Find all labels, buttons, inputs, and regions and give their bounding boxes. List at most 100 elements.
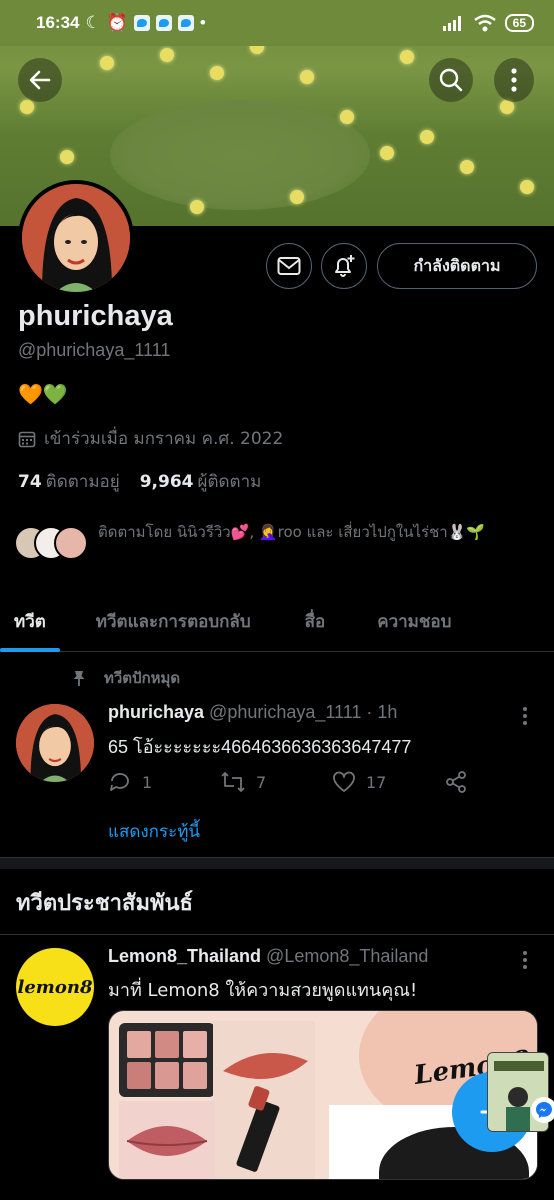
banner-flower — [100, 56, 114, 70]
banner-flower — [190, 200, 204, 214]
calendar-icon — [18, 431, 36, 447]
share-icon — [446, 771, 466, 793]
tab-likes[interactable]: ความชอบ — [363, 592, 465, 650]
banner-flower — [340, 110, 354, 124]
retweet-icon — [221, 772, 245, 792]
tab-tweets-replies[interactable]: ทวีตและการตอบกลับ — [82, 592, 265, 650]
bell-plus-icon — [335, 255, 355, 277]
follow-stats: 74 ติดตามอยู่ 9,964 ผู้ติดตาม — [18, 468, 261, 495]
following-count: 74 — [18, 472, 42, 492]
following-button[interactable]: กำลังติดตาม — [377, 243, 537, 289]
eyeshadow-palette-image — [119, 1023, 215, 1097]
arrow-left-icon — [29, 70, 51, 90]
banner-flower — [380, 146, 394, 160]
followers-label: ผู้ติดตาม — [197, 472, 262, 492]
lips-image — [119, 1101, 215, 1179]
ad-author[interactable]: Lemon8_Thailand — [108, 946, 261, 966]
tweet-author[interactable]: phurichaya — [108, 702, 204, 722]
banner-flower — [520, 180, 534, 194]
dot-icon: • — [199, 13, 206, 32]
back-button[interactable] — [18, 58, 62, 102]
twitter-notification-icon — [177, 15, 194, 31]
banner-flower — [460, 160, 474, 174]
following-label: ติดตามอยู่ — [45, 472, 120, 492]
avatar-illustration — [16, 704, 94, 782]
banner-flower — [500, 100, 514, 114]
display-name: phurichaya — [18, 300, 173, 332]
reply-button[interactable]: 1 — [108, 770, 220, 794]
reply-count: 1 — [142, 772, 153, 792]
tweet-more-button[interactable] — [522, 706, 528, 726]
followers-stat[interactable]: 9,964 ผู้ติดตาม — [140, 468, 262, 495]
profile-bio: 🧡💚 — [18, 382, 68, 406]
status-bar: 16:34 ☾ ⏰ • 65 — [0, 0, 554, 46]
lemon8-avatar[interactable]: lemon8 — [16, 948, 94, 1026]
more-vertical-icon — [511, 68, 517, 92]
pinned-label-text: ทวีตปักหมุด — [104, 669, 181, 687]
notify-button[interactable] — [321, 243, 367, 289]
retweet-count: 7 — [256, 772, 267, 792]
followed-by[interactable]: ติดตามโดย นินิวรีวิว💕, 🤦‍♀️roo และ เสี่ย… — [14, 520, 544, 562]
mail-icon — [277, 257, 301, 275]
tweet-text: 65 โอ้ะะะะะะะ4664636636363647477 — [108, 737, 412, 757]
ad-text: มาที่ Lemon8 ให้ความสวยพูดแทนคุณ! — [108, 980, 418, 1001]
twitter-notification-icon — [155, 15, 172, 31]
pin-icon — [73, 671, 85, 686]
joined-text: เข้าร่วมเมื่อ มกราคม ค.ศ. 2022 — [44, 429, 284, 449]
banner-flower — [290, 190, 304, 204]
follower-avatars — [14, 526, 90, 562]
moon-icon: ☾ — [85, 13, 101, 32]
followers-count: 9,964 — [139, 472, 194, 492]
tab-media[interactable]: สื่อ — [291, 592, 340, 650]
like-button[interactable]: 17 — [332, 770, 444, 794]
tweet-handle-time: @phurichaya_1111 · 1h — [209, 702, 398, 722]
tweet-actions: 1 7 17 — [108, 770, 478, 794]
pinned-label: ทวีตปักหมุด — [70, 666, 180, 690]
more-vertical-icon — [523, 951, 527, 969]
divider — [0, 934, 554, 935]
ad-more-button[interactable] — [522, 950, 528, 970]
banner-flower — [160, 48, 174, 62]
avatar — [54, 526, 88, 560]
show-thread-link[interactable]: แสดงกระทู้นี้ — [108, 818, 200, 845]
banner-flower — [420, 130, 434, 144]
joined-date: เข้าร่วมเมื่อ มกราคม ค.ศ. 2022 — [18, 425, 283, 452]
ad-handle: @Lemon8_Thailand — [266, 946, 429, 966]
banner-flower — [210, 66, 224, 80]
tweet-avatar[interactable] — [16, 704, 94, 782]
banner-flower — [300, 70, 314, 84]
profile-tabs: ทวีต ทวีตและการตอบกลับ สื่อ ความชอบ — [0, 592, 554, 652]
status-time: 16:34 — [36, 13, 80, 32]
battery-indicator: 65 — [504, 14, 534, 32]
promoted-section-title: ทวีตประชาสัมพันธ์ — [16, 891, 193, 916]
following-stat[interactable]: 74 ติดตามอยู่ — [18, 468, 120, 495]
section-divider — [0, 857, 554, 869]
signal-icon — [442, 16, 461, 31]
banner-flower — [60, 150, 74, 164]
retweet-button[interactable]: 7 — [220, 770, 332, 794]
profile-avatar[interactable] — [18, 180, 134, 296]
more-options-button[interactable] — [494, 58, 534, 102]
like-count: 17 — [366, 772, 387, 792]
lipstick-image — [213, 1021, 315, 1179]
message-button[interactable] — [266, 243, 312, 289]
search-icon — [439, 68, 463, 92]
ad-header: Lemon8_Thailand @Lemon8_Thailand — [108, 946, 428, 967]
search-button[interactable] — [429, 58, 473, 102]
twitter-notification-icon — [133, 15, 150, 31]
reply-icon — [110, 773, 129, 791]
tab-tweets[interactable]: ทวีต — [0, 592, 60, 652]
followed-by-text: ติดตามโดย นินิวรีวิว💕, 🤦‍♀️roo และ เสี่ย… — [98, 523, 486, 541]
alarm-icon: ⏰ — [106, 13, 128, 32]
user-handle: @phurichaya_1111 — [18, 340, 171, 360]
status-icons: ☾ ⏰ • — [85, 13, 205, 33]
messenger-icon[interactable] — [531, 1097, 554, 1123]
banner-flower — [20, 100, 34, 114]
banner-grass — [110, 100, 370, 210]
more-vertical-icon — [523, 707, 527, 725]
share-button[interactable] — [444, 770, 468, 794]
heart-icon — [333, 771, 355, 792]
wifi-icon — [473, 14, 496, 32]
avatar-illustration — [22, 184, 130, 292]
banner-flower — [400, 50, 414, 64]
